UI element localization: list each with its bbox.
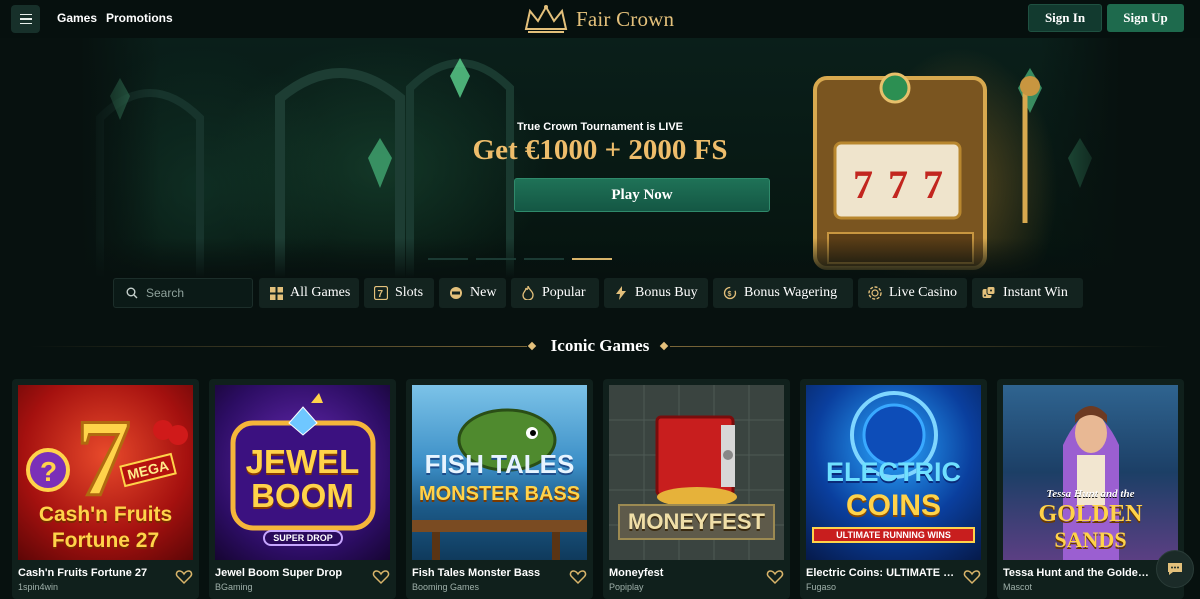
hamburger-menu-icon[interactable] [11,5,40,33]
game-card[interactable]: FISH TALES MONSTER BASS Fish Tales Monst… [406,379,593,599]
category-label: Slots [395,285,424,300]
chat-bubble-icon [1168,563,1182,575]
carousel-dot[interactable] [428,258,468,260]
svg-text:?: ? [40,456,57,487]
game-title[interactable]: Jewel Boom Super Drop [215,567,365,579]
search-placeholder: Search [146,286,185,300]
category-popular[interactable]: Popular [511,278,599,308]
carousel-dot[interactable] [476,258,516,260]
favorite-heart-icon[interactable] [766,568,784,586]
game-provider: Booming Games [412,582,480,592]
game-art-title: MONEYFEST [628,509,765,534]
category-label: Popular [542,285,586,300]
category-label: Instant Win [1003,285,1068,300]
svg-text:7: 7 [888,162,908,207]
svg-text:$: $ [728,291,732,298]
lightning-icon [614,286,628,300]
game-provider: Mascot [1003,582,1033,592]
new-badge-icon [449,286,463,300]
game-thumbnail[interactable]: FISH TALES MONSTER BASS [412,385,587,560]
logo[interactable]: Fair Crown [522,3,674,35]
favorite-heart-icon[interactable] [569,568,587,586]
category-new[interactable]: New [439,278,506,308]
game-card[interactable]: MONEYFEST Moneyfest Popiplay [603,379,790,599]
svg-text:7: 7 [923,162,943,207]
sign-in-button[interactable]: Sign In [1028,4,1102,32]
category-live-casino[interactable]: Live Casino [858,278,967,308]
nav-promotions[interactable]: Promotions [106,11,173,25]
search-icon [126,287,138,299]
top-bar: Games Promotions Fair Crown Sign In Sign… [0,0,1200,38]
carousel-dot[interactable] [524,258,564,260]
game-art-title: BOOM [251,477,354,514]
game-art-title: ELECTRIC [826,457,961,487]
game-art-badge: SUPER DROP [263,530,343,546]
carousel-dot-active[interactable] [572,258,612,260]
game-thumbnail[interactable]: Tessa Hunt and the GOLDEN SANDS [1003,385,1178,560]
favorite-heart-icon[interactable] [372,568,390,586]
game-art-title: MONSTER BASS [418,483,581,505]
slot-7-icon: 7 [374,286,388,300]
game-card[interactable]: 7 ? MEGA Cash'n Fruits Fortune 27 Cash'n… [12,379,199,599]
carousel-indicators [428,258,612,260]
chip-icon [868,286,882,300]
game-card[interactable]: ELECTRIC COINS ULTIMATE RUNNING WINS Ele… [800,379,987,599]
crown-logo-icon [524,4,568,33]
game-title[interactable]: Moneyfest [609,567,759,579]
game-art-title: Cash'n Fruits [38,503,173,526]
game-thumbnail[interactable]: MONEYFEST [609,385,784,560]
category-slots[interactable]: 7 Slots [364,278,434,308]
category-label: Bonus Wagering [744,285,838,300]
category-instant-win[interactable]: Instant Win [972,278,1083,308]
game-art-title: Tessa Hunt and the [1046,488,1135,500]
section-divider-right [670,346,1170,347]
favorite-heart-icon[interactable] [963,568,981,586]
game-provider: Fugaso [806,582,837,592]
favorite-heart-icon[interactable] [175,568,193,586]
flame-icon [521,286,535,300]
category-label: Bonus Buy [635,285,698,300]
sign-up-button[interactable]: Sign Up [1107,4,1184,32]
game-title[interactable]: Tessa Hunt and the Golden ... [1003,567,1153,579]
game-art-badge: ULTIMATE RUNNING WINS [812,527,975,543]
game-title[interactable]: Cash'n Fruits Fortune 27 [18,567,168,579]
category-bonus-wagering[interactable]: $ Bonus Wagering [713,278,853,308]
game-provider: Popiplay [609,582,644,592]
category-bonus-buy[interactable]: Bonus Buy [604,278,708,308]
chat-support-button[interactable] [1156,550,1194,588]
coin-cycle-icon: $ [723,286,737,300]
game-art-title: COINS [845,489,941,522]
game-art-title: JEWEL [245,443,360,480]
brand-name: Fair Crown [576,6,675,31]
game-art-title: Fortune 27 [51,529,160,552]
dice-icon [982,286,996,300]
game-thumbnail[interactable]: 7 ? MEGA Cash'n Fruits Fortune 27 [18,385,193,560]
game-art-title: FISH TALES [424,449,575,479]
search-box[interactable]: Search [113,278,253,308]
game-art-title: GOLDEN [1038,501,1143,527]
game-provider: BGaming [215,582,253,592]
grid-icon [269,286,283,300]
category-label: Live Casino [889,285,958,300]
svg-text:7: 7 [378,289,384,300]
nav-games[interactable]: Games [57,11,97,25]
game-title[interactable]: Electric Coins: ULTIMATE R... [806,567,956,579]
category-label: New [470,285,497,300]
svg-text:7: 7 [76,397,131,519]
hero-banner[interactable]: 7 7 7 True Crown Tournament is LIVE Get … [80,38,1120,278]
game-card[interactable]: JEWEL BOOM SUPER DROP Jewel Boom Super D… [209,379,396,599]
play-now-button[interactable]: Play Now [514,178,770,212]
game-art-title: SANDS [1054,527,1127,552]
category-all-games[interactable]: All Games [259,278,359,308]
category-label: All Games [290,285,351,300]
hero-subtitle: True Crown Tournament is LIVE [516,121,684,133]
game-title[interactable]: Fish Tales Monster Bass [412,567,562,579]
game-thumbnail[interactable]: ELECTRIC COINS ULTIMATE RUNNING WINS [806,385,981,560]
hero-title: Get €1000 + 2000 FS [472,134,728,166]
svg-text:7: 7 [853,162,873,207]
game-thumbnail[interactable]: JEWEL BOOM SUPER DROP [215,385,390,560]
game-provider: 1spin4win [18,582,59,592]
